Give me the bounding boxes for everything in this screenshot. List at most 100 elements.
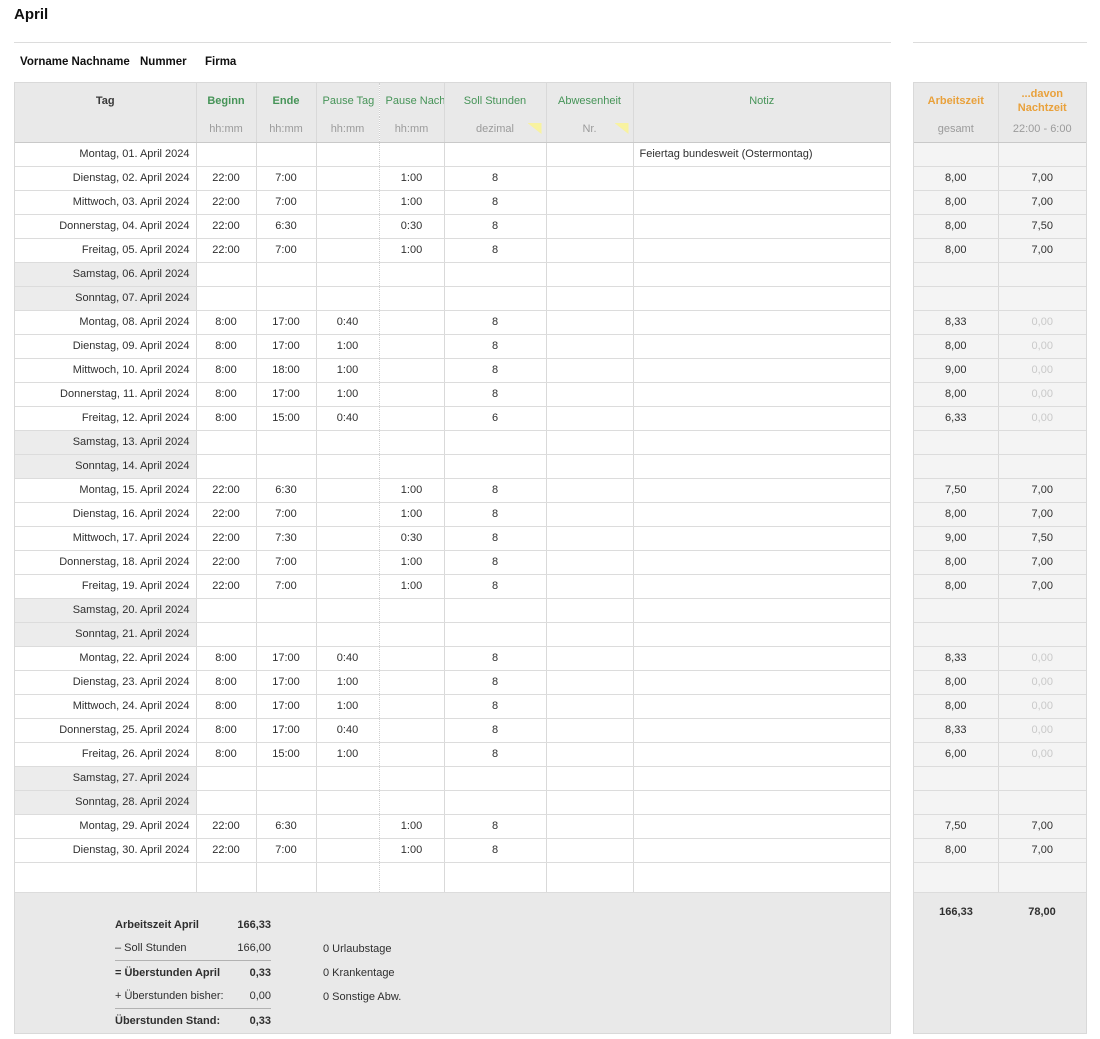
- day-cell[interactable]: Dienstag, 09. April 2024: [15, 334, 196, 358]
- person-name-cell[interactable]: Vorname Nachname: [20, 56, 130, 68]
- pause-tag-cell[interactable]: [316, 478, 379, 502]
- arbeitszeit-cell[interactable]: 8,33: [914, 718, 998, 742]
- day-cell[interactable]: Samstag, 27. April 2024: [15, 766, 196, 790]
- summary-label[interactable]: Überstunden Stand:: [115, 1015, 220, 1027]
- nachtzeit-cell[interactable]: 0,00: [998, 742, 1086, 766]
- pause-nacht-cell[interactable]: 1:00: [379, 838, 444, 862]
- arbeitszeit-cell[interactable]: [914, 262, 998, 286]
- pause-tag-cell[interactable]: [316, 430, 379, 454]
- notiz-cell[interactable]: [633, 334, 890, 358]
- ende-cell[interactable]: 6:30: [256, 478, 316, 502]
- subheader-nacht-range[interactable]: 22:00 - 6:00: [998, 117, 1086, 142]
- arbeitszeit-cell[interactable]: 9,00: [914, 526, 998, 550]
- beginn-cell[interactable]: 22:00: [196, 550, 256, 574]
- soll-cell[interactable]: 8: [444, 358, 546, 382]
- abwesenheit-cell[interactable]: [546, 238, 633, 262]
- subheader-tag[interactable]: [15, 117, 196, 142]
- pause-nacht-cell[interactable]: [379, 286, 444, 310]
- total-arbeitszeit[interactable]: 166,33: [914, 900, 998, 924]
- pause-tag-cell[interactable]: [316, 142, 379, 166]
- pause-tag-cell[interactable]: 0:40: [316, 646, 379, 670]
- empty-cell[interactable]: [196, 862, 256, 892]
- nachtzeit-cell[interactable]: 0,00: [998, 646, 1086, 670]
- pause-nacht-cell[interactable]: [379, 334, 444, 358]
- pause-tag-cell[interactable]: 0:40: [316, 406, 379, 430]
- arbeitszeit-cell[interactable]: [914, 598, 998, 622]
- abwesenheit-cell[interactable]: [546, 742, 633, 766]
- col-header-pause-nacht[interactable]: Pause Nacht: [379, 83, 444, 117]
- arbeitszeit-cell[interactable]: 8,00: [914, 502, 998, 526]
- subheader-gesamt[interactable]: gesamt: [914, 117, 998, 142]
- pause-tag-cell[interactable]: [316, 766, 379, 790]
- pause-nacht-cell[interactable]: 1:00: [379, 190, 444, 214]
- abwesenheit-cell[interactable]: [546, 670, 633, 694]
- notiz-cell[interactable]: [633, 838, 890, 862]
- notiz-cell[interactable]: [633, 286, 890, 310]
- day-cell[interactable]: Montag, 15. April 2024: [15, 478, 196, 502]
- col-header-arbeitszeit[interactable]: Arbeitszeit: [914, 83, 998, 117]
- day-cell[interactable]: Donnerstag, 11. April 2024: [15, 382, 196, 406]
- nachtzeit-cell[interactable]: 7,00: [998, 478, 1086, 502]
- col-header-nachtzeit[interactable]: ...davon Nachtzeit: [998, 83, 1086, 117]
- pause-tag-cell[interactable]: [316, 238, 379, 262]
- beginn-cell[interactable]: [196, 622, 256, 646]
- arbeitszeit-cell[interactable]: 8,00: [914, 382, 998, 406]
- absence-count-sonstige[interactable]: 0 Sonstige Abw.: [323, 991, 401, 1003]
- day-cell[interactable]: Montag, 29. April 2024: [15, 814, 196, 838]
- day-cell[interactable]: Mittwoch, 17. April 2024: [15, 526, 196, 550]
- arbeitszeit-cell[interactable]: [914, 286, 998, 310]
- ende-cell[interactable]: 7:00: [256, 166, 316, 190]
- soll-cell[interactable]: 8: [444, 814, 546, 838]
- abwesenheit-cell[interactable]: [546, 622, 633, 646]
- pause-nacht-cell[interactable]: [379, 406, 444, 430]
- empty-cell[interactable]: [15, 862, 196, 892]
- col-header-soll[interactable]: Soll Stunden: [444, 83, 546, 117]
- pause-tag-cell[interactable]: [316, 622, 379, 646]
- soll-cell[interactable]: [444, 454, 546, 478]
- subheader-beginn[interactable]: hh:mm: [196, 117, 256, 142]
- arbeitszeit-cell[interactable]: 8,33: [914, 646, 998, 670]
- beginn-cell[interactable]: 8:00: [196, 406, 256, 430]
- ende-cell[interactable]: [256, 766, 316, 790]
- ende-cell[interactable]: 17:00: [256, 718, 316, 742]
- subheader-abwesenheit[interactable]: Nr.: [546, 117, 633, 142]
- abwesenheit-cell[interactable]: [546, 310, 633, 334]
- pause-tag-cell[interactable]: 1:00: [316, 358, 379, 382]
- beginn-cell[interactable]: [196, 262, 256, 286]
- ende-cell[interactable]: 15:00: [256, 406, 316, 430]
- total-nachtzeit[interactable]: 78,00: [998, 900, 1086, 924]
- empty-cell[interactable]: [256, 862, 316, 892]
- abwesenheit-cell[interactable]: [546, 334, 633, 358]
- pause-tag-cell[interactable]: [316, 526, 379, 550]
- pause-nacht-cell[interactable]: [379, 262, 444, 286]
- arbeitszeit-cell[interactable]: 8,00: [914, 334, 998, 358]
- day-cell[interactable]: Freitag, 12. April 2024: [15, 406, 196, 430]
- soll-cell[interactable]: [444, 790, 546, 814]
- pause-tag-cell[interactable]: [316, 550, 379, 574]
- notiz-cell[interactable]: [633, 718, 890, 742]
- day-cell[interactable]: Samstag, 20. April 2024: [15, 598, 196, 622]
- day-cell[interactable]: Sonntag, 28. April 2024: [15, 790, 196, 814]
- beginn-cell[interactable]: 22:00: [196, 478, 256, 502]
- soll-cell[interactable]: [444, 430, 546, 454]
- empty-cell[interactable]: [633, 862, 890, 892]
- nachtzeit-cell[interactable]: 7,00: [998, 550, 1086, 574]
- notiz-cell[interactable]: [633, 814, 890, 838]
- pause-tag-cell[interactable]: [316, 574, 379, 598]
- notiz-cell[interactable]: [633, 766, 890, 790]
- beginn-cell[interactable]: 8:00: [196, 382, 256, 406]
- notiz-cell[interactable]: [633, 310, 890, 334]
- summary-label[interactable]: – Soll Stunden: [115, 942, 187, 954]
- nachtzeit-cell[interactable]: [998, 598, 1086, 622]
- beginn-cell[interactable]: [196, 766, 256, 790]
- pause-tag-cell[interactable]: [316, 286, 379, 310]
- soll-cell[interactable]: 6: [444, 406, 546, 430]
- nachtzeit-cell[interactable]: [998, 790, 1086, 814]
- subheader-pause-tag[interactable]: hh:mm: [316, 117, 379, 142]
- col-header-ende[interactable]: Ende: [256, 83, 316, 117]
- day-cell[interactable]: Mittwoch, 24. April 2024: [15, 694, 196, 718]
- summary-value[interactable]: 166,33: [237, 919, 271, 931]
- nachtzeit-cell[interactable]: [998, 766, 1086, 790]
- soll-cell[interactable]: 8: [444, 238, 546, 262]
- day-cell[interactable]: Freitag, 26. April 2024: [15, 742, 196, 766]
